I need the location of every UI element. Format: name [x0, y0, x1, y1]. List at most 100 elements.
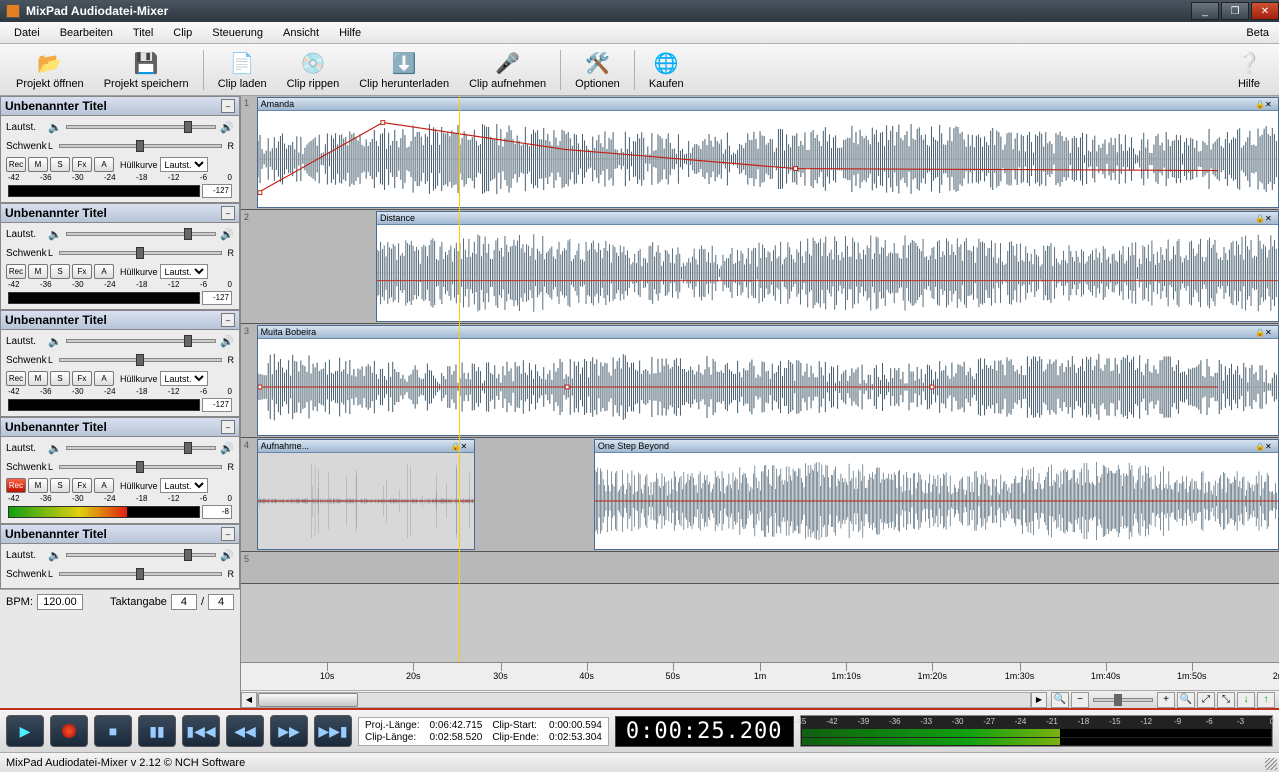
volume-slider[interactable]	[66, 339, 216, 343]
clip-lock-icon[interactable]: 🔒	[1255, 442, 1265, 451]
volume-slider[interactable]	[66, 232, 216, 236]
menu-titel[interactable]: Titel	[123, 24, 163, 42]
menu-hilfe[interactable]: Hilfe	[329, 24, 371, 42]
window-minimize-button[interactable]: _	[1191, 2, 1219, 20]
track-fx-button[interactable]: Fx	[72, 264, 92, 279]
scrollbar-thumb[interactable]	[258, 693, 358, 707]
track-mute-button[interactable]: M	[28, 371, 48, 386]
pan-slider[interactable]	[59, 465, 221, 469]
menu-bearbeiten[interactable]: Bearbeiten	[50, 24, 123, 42]
zoom-fit-button[interactable]: 🔍	[1177, 692, 1195, 708]
forward-end-button[interactable]: ▶▶▮	[314, 715, 352, 747]
clip-one-step-beyond[interactable]: One Step Beyond🔒✕	[594, 439, 1279, 550]
clip-lock-icon[interactable]: 🔒	[1255, 100, 1265, 109]
track-solo-button[interactable]: S	[50, 264, 70, 279]
toolbar-buy[interactable]: 🌐Kaufen	[639, 47, 694, 92]
stop-button[interactable]: ■	[94, 715, 132, 747]
time-ruler[interactable]: 10s20s30s40s50s1m1m:10s1m:20s1m:30s1m:40…	[241, 662, 1279, 690]
track-collapse-button[interactable]: –	[221, 206, 235, 220]
zoom-out-minus-button[interactable]: −	[1071, 692, 1089, 708]
lane-shrink-button[interactable]: ↓	[1237, 692, 1255, 708]
scroll-right-button[interactable]: ▶	[1031, 692, 1047, 708]
clip-lock-icon[interactable]: 🔒	[1255, 328, 1265, 337]
rewind-button[interactable]: ◀◀	[226, 715, 264, 747]
clip-close-icon[interactable]: ✕	[1265, 100, 1275, 109]
track-mute-button[interactable]: M	[28, 264, 48, 279]
clip-close-icon[interactable]: ✕	[1265, 214, 1275, 223]
play-button[interactable]: ▶	[6, 715, 44, 747]
envelope-select[interactable]: Lautst.	[160, 157, 208, 172]
track-collapse-button[interactable]: –	[221, 99, 235, 113]
track-automation-button[interactable]: A	[94, 264, 114, 279]
clip-amanda[interactable]: Amanda🔒✕	[257, 97, 1279, 208]
bpm-input[interactable]	[37, 594, 83, 610]
toolbar-options[interactable]: 🛠️Optionen	[565, 47, 630, 92]
envelope-select[interactable]: Lautst.	[160, 264, 208, 279]
forward-button[interactable]: ▶▶	[270, 715, 308, 747]
volume-slider[interactable]	[66, 553, 216, 557]
track-fx-button[interactable]: Fx	[72, 478, 92, 493]
volume-slider[interactable]	[66, 446, 216, 450]
zoom-all-button[interactable]: ⤡	[1217, 692, 1235, 708]
pan-slider[interactable]	[59, 251, 221, 255]
track-collapse-button[interactable]: –	[221, 420, 235, 434]
clip-close-icon[interactable]: ✕	[1265, 328, 1275, 337]
clip-close-icon[interactable]: ✕	[461, 442, 471, 451]
record-button[interactable]	[50, 715, 88, 747]
track-record-arm-button[interactable]: Rec	[6, 264, 26, 279]
toolbar-load-clip[interactable]: 📄Clip laden	[208, 47, 277, 92]
envelope-select[interactable]: Lautst.	[160, 371, 208, 386]
track-fx-button[interactable]: Fx	[72, 157, 92, 172]
pan-slider[interactable]	[59, 572, 221, 576]
menu-steuerung[interactable]: Steuerung	[202, 24, 273, 42]
menu-datei[interactable]: Datei	[4, 24, 50, 42]
track-lane-1[interactable]: 1 Amanda🔒✕	[241, 96, 1279, 210]
menu-clip[interactable]: Clip	[163, 24, 202, 42]
toolbar-rip-clip[interactable]: 💿Clip rippen	[277, 47, 350, 92]
pan-slider[interactable]	[59, 144, 221, 148]
timesig-num-input[interactable]	[171, 594, 197, 610]
clip-close-icon[interactable]: ✕	[1265, 442, 1275, 451]
track-automation-button[interactable]: A	[94, 478, 114, 493]
volume-slider[interactable]	[66, 125, 216, 129]
track-mute-button[interactable]: M	[28, 157, 48, 172]
track-record-arm-button[interactable]: Rec	[6, 371, 26, 386]
rewind-start-button[interactable]: ▮◀◀	[182, 715, 220, 747]
resize-grip[interactable]	[1265, 758, 1277, 770]
clip-muita-bobeira[interactable]: Muita Bobeira🔒✕	[257, 325, 1279, 436]
track-fx-button[interactable]: Fx	[72, 371, 92, 386]
playhead[interactable]	[459, 96, 460, 662]
timeline-lanes[interactable]: 1 Amanda🔒✕ 2 Distance🔒✕	[241, 96, 1279, 662]
pan-slider[interactable]	[59, 358, 221, 362]
track-collapse-button[interactable]: –	[221, 527, 235, 541]
track-lane-3[interactable]: 3 Muita Bobeira🔒✕	[241, 324, 1279, 438]
horizontal-scrollbar[interactable]: ◀ ▶	[241, 692, 1047, 708]
toolbar-save-project[interactable]: 💾Projekt speichern	[94, 47, 199, 92]
clip-aufnahme[interactable]: Aufnahme...🔒✕	[257, 439, 475, 550]
zoom-slider-thumb[interactable]	[1114, 694, 1122, 706]
window-close-button[interactable]: ✕	[1251, 2, 1279, 20]
zoom-selection-button[interactable]: ⤢	[1197, 692, 1215, 708]
track-solo-button[interactable]: S	[50, 157, 70, 172]
track-lane-2[interactable]: 2 Distance🔒✕	[241, 210, 1279, 324]
clip-lock-icon[interactable]: 🔒	[1255, 214, 1265, 223]
track-automation-button[interactable]: A	[94, 157, 114, 172]
envelope-select[interactable]: Lautst.	[160, 478, 208, 493]
timesig-denom-input[interactable]	[208, 594, 234, 610]
lane-grow-button[interactable]: ↑	[1257, 692, 1275, 708]
track-record-arm-button[interactable]: Rec	[6, 157, 26, 172]
zoom-out-button[interactable]: 🔍	[1051, 692, 1069, 708]
toolbar-download-clip[interactable]: ⬇️Clip herunterladen	[349, 47, 459, 92]
toolbar-record-clip[interactable]: 🎤Clip aufnehmen	[459, 47, 556, 92]
clip-distance[interactable]: Distance🔒✕	[376, 211, 1279, 322]
track-solo-button[interactable]: S	[50, 478, 70, 493]
track-record-arm-button[interactable]: Rec	[6, 478, 26, 493]
pause-button[interactable]: ▮▮	[138, 715, 176, 747]
zoom-in-plus-button[interactable]: +	[1157, 692, 1175, 708]
track-solo-button[interactable]: S	[50, 371, 70, 386]
toolbar-help[interactable]: ❔Hilfe	[1225, 47, 1273, 92]
toolbar-open-project[interactable]: 📂Projekt öffnen	[6, 47, 94, 92]
track-automation-button[interactable]: A	[94, 371, 114, 386]
track-collapse-button[interactable]: –	[221, 313, 235, 327]
scrollbar-track[interactable]	[257, 692, 1031, 708]
